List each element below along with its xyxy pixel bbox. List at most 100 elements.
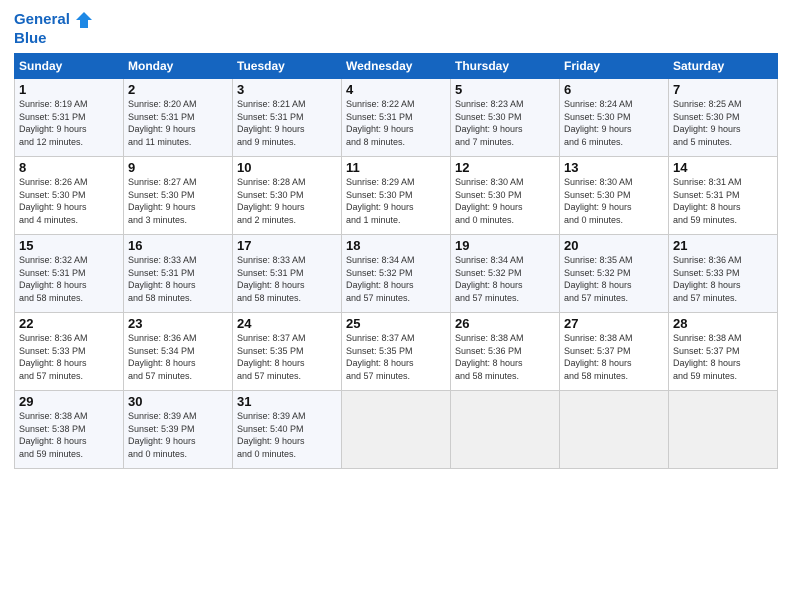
calendar-cell: 21Sunrise: 8:36 AM Sunset: 5:33 PM Dayli… (669, 235, 778, 313)
day-number: 23 (128, 316, 228, 331)
calendar-cell: 30Sunrise: 8:39 AM Sunset: 5:39 PM Dayli… (124, 391, 233, 469)
day-number: 26 (455, 316, 555, 331)
day-info: Sunrise: 8:37 AM Sunset: 5:35 PM Dayligh… (346, 332, 446, 382)
col-header-tuesday: Tuesday (233, 54, 342, 79)
logo-text-block: General Blue (14, 10, 94, 47)
day-number: 8 (19, 160, 119, 175)
calendar-cell: 11Sunrise: 8:29 AM Sunset: 5:30 PM Dayli… (342, 157, 451, 235)
day-info: Sunrise: 8:39 AM Sunset: 5:39 PM Dayligh… (128, 410, 228, 460)
day-info: Sunrise: 8:38 AM Sunset: 5:38 PM Dayligh… (19, 410, 119, 460)
calendar-cell (560, 391, 669, 469)
calendar-cell: 25Sunrise: 8:37 AM Sunset: 5:35 PM Dayli… (342, 313, 451, 391)
day-number: 28 (673, 316, 773, 331)
day-number: 5 (455, 82, 555, 97)
calendar-cell (342, 391, 451, 469)
day-info: Sunrise: 8:20 AM Sunset: 5:31 PM Dayligh… (128, 98, 228, 148)
day-number: 17 (237, 238, 337, 253)
calendar-body: 1Sunrise: 8:19 AM Sunset: 5:31 PM Daylig… (15, 79, 778, 469)
day-number: 21 (673, 238, 773, 253)
calendar-cell: 19Sunrise: 8:34 AM Sunset: 5:32 PM Dayli… (451, 235, 560, 313)
day-info: Sunrise: 8:34 AM Sunset: 5:32 PM Dayligh… (346, 254, 446, 304)
calendar-cell: 14Sunrise: 8:31 AM Sunset: 5:31 PM Dayli… (669, 157, 778, 235)
day-info: Sunrise: 8:34 AM Sunset: 5:32 PM Dayligh… (455, 254, 555, 304)
calendar-cell: 10Sunrise: 8:28 AM Sunset: 5:30 PM Dayli… (233, 157, 342, 235)
calendar-cell: 27Sunrise: 8:38 AM Sunset: 5:37 PM Dayli… (560, 313, 669, 391)
calendar-cell: 20Sunrise: 8:35 AM Sunset: 5:32 PM Dayli… (560, 235, 669, 313)
day-number: 18 (346, 238, 446, 253)
calendar-cell (451, 391, 560, 469)
calendar-cell: 8Sunrise: 8:26 AM Sunset: 5:30 PM Daylig… (15, 157, 124, 235)
header: General Blue (14, 10, 778, 47)
day-number: 6 (564, 82, 664, 97)
day-info: Sunrise: 8:36 AM Sunset: 5:33 PM Dayligh… (19, 332, 119, 382)
day-number: 14 (673, 160, 773, 175)
day-number: 25 (346, 316, 446, 331)
logo: General Blue (14, 10, 94, 47)
col-header-saturday: Saturday (669, 54, 778, 79)
calendar-table: SundayMondayTuesdayWednesdayThursdayFrid… (14, 53, 778, 469)
day-number: 2 (128, 82, 228, 97)
day-info: Sunrise: 8:36 AM Sunset: 5:34 PM Dayligh… (128, 332, 228, 382)
calendar-cell: 17Sunrise: 8:33 AM Sunset: 5:31 PM Dayli… (233, 235, 342, 313)
day-info: Sunrise: 8:30 AM Sunset: 5:30 PM Dayligh… (564, 176, 664, 226)
day-info: Sunrise: 8:33 AM Sunset: 5:31 PM Dayligh… (237, 254, 337, 304)
day-info: Sunrise: 8:22 AM Sunset: 5:31 PM Dayligh… (346, 98, 446, 148)
calendar-cell: 23Sunrise: 8:36 AM Sunset: 5:34 PM Dayli… (124, 313, 233, 391)
day-info: Sunrise: 8:23 AM Sunset: 5:30 PM Dayligh… (455, 98, 555, 148)
calendar-cell: 28Sunrise: 8:38 AM Sunset: 5:37 PM Dayli… (669, 313, 778, 391)
col-header-monday: Monday (124, 54, 233, 79)
calendar-cell: 16Sunrise: 8:33 AM Sunset: 5:31 PM Dayli… (124, 235, 233, 313)
day-info: Sunrise: 8:38 AM Sunset: 5:37 PM Dayligh… (564, 332, 664, 382)
day-number: 15 (19, 238, 119, 253)
calendar-cell: 4Sunrise: 8:22 AM Sunset: 5:31 PM Daylig… (342, 79, 451, 157)
day-number: 16 (128, 238, 228, 253)
calendar-cell: 9Sunrise: 8:27 AM Sunset: 5:30 PM Daylig… (124, 157, 233, 235)
day-number: 11 (346, 160, 446, 175)
day-number: 20 (564, 238, 664, 253)
calendar-cell: 29Sunrise: 8:38 AM Sunset: 5:38 PM Dayli… (15, 391, 124, 469)
day-info: Sunrise: 8:31 AM Sunset: 5:31 PM Dayligh… (673, 176, 773, 226)
day-info: Sunrise: 8:35 AM Sunset: 5:32 PM Dayligh… (564, 254, 664, 304)
calendar-cell: 7Sunrise: 8:25 AM Sunset: 5:30 PM Daylig… (669, 79, 778, 157)
day-number: 10 (237, 160, 337, 175)
day-info: Sunrise: 8:30 AM Sunset: 5:30 PM Dayligh… (455, 176, 555, 226)
calendar-cell: 12Sunrise: 8:30 AM Sunset: 5:30 PM Dayli… (451, 157, 560, 235)
calendar-cell: 3Sunrise: 8:21 AM Sunset: 5:31 PM Daylig… (233, 79, 342, 157)
day-number: 29 (19, 394, 119, 409)
day-number: 7 (673, 82, 773, 97)
day-number: 3 (237, 82, 337, 97)
day-number: 19 (455, 238, 555, 253)
day-number: 27 (564, 316, 664, 331)
day-number: 22 (19, 316, 119, 331)
calendar-cell: 31Sunrise: 8:39 AM Sunset: 5:40 PM Dayli… (233, 391, 342, 469)
calendar-week-4: 22Sunrise: 8:36 AM Sunset: 5:33 PM Dayli… (15, 313, 778, 391)
day-info: Sunrise: 8:28 AM Sunset: 5:30 PM Dayligh… (237, 176, 337, 226)
day-number: 4 (346, 82, 446, 97)
calendar-cell: 13Sunrise: 8:30 AM Sunset: 5:30 PM Dayli… (560, 157, 669, 235)
day-info: Sunrise: 8:38 AM Sunset: 5:37 PM Dayligh… (673, 332, 773, 382)
logo-blue: Blue (14, 30, 47, 47)
day-info: Sunrise: 8:29 AM Sunset: 5:30 PM Dayligh… (346, 176, 446, 226)
day-number: 30 (128, 394, 228, 409)
day-number: 24 (237, 316, 337, 331)
page-container: General Blue SundayMondayTuesdayWednesda… (0, 0, 792, 477)
day-info: Sunrise: 8:38 AM Sunset: 5:36 PM Dayligh… (455, 332, 555, 382)
col-header-thursday: Thursday (451, 54, 560, 79)
day-info: Sunrise: 8:26 AM Sunset: 5:30 PM Dayligh… (19, 176, 119, 226)
calendar-cell: 15Sunrise: 8:32 AM Sunset: 5:31 PM Dayli… (15, 235, 124, 313)
calendar-cell: 5Sunrise: 8:23 AM Sunset: 5:30 PM Daylig… (451, 79, 560, 157)
calendar-cell: 22Sunrise: 8:36 AM Sunset: 5:33 PM Dayli… (15, 313, 124, 391)
calendar-cell: 26Sunrise: 8:38 AM Sunset: 5:36 PM Dayli… (451, 313, 560, 391)
col-header-wednesday: Wednesday (342, 54, 451, 79)
calendar-cell: 18Sunrise: 8:34 AM Sunset: 5:32 PM Dayli… (342, 235, 451, 313)
day-number: 13 (564, 160, 664, 175)
day-info: Sunrise: 8:36 AM Sunset: 5:33 PM Dayligh… (673, 254, 773, 304)
day-number: 12 (455, 160, 555, 175)
day-info: Sunrise: 8:19 AM Sunset: 5:31 PM Dayligh… (19, 98, 119, 148)
calendar-cell: 2Sunrise: 8:20 AM Sunset: 5:31 PM Daylig… (124, 79, 233, 157)
day-info: Sunrise: 8:37 AM Sunset: 5:35 PM Dayligh… (237, 332, 337, 382)
day-info: Sunrise: 8:24 AM Sunset: 5:30 PM Dayligh… (564, 98, 664, 148)
logo-general: General (14, 12, 70, 29)
day-info: Sunrise: 8:39 AM Sunset: 5:40 PM Dayligh… (237, 410, 337, 460)
logo-arrow-icon (74, 10, 94, 30)
